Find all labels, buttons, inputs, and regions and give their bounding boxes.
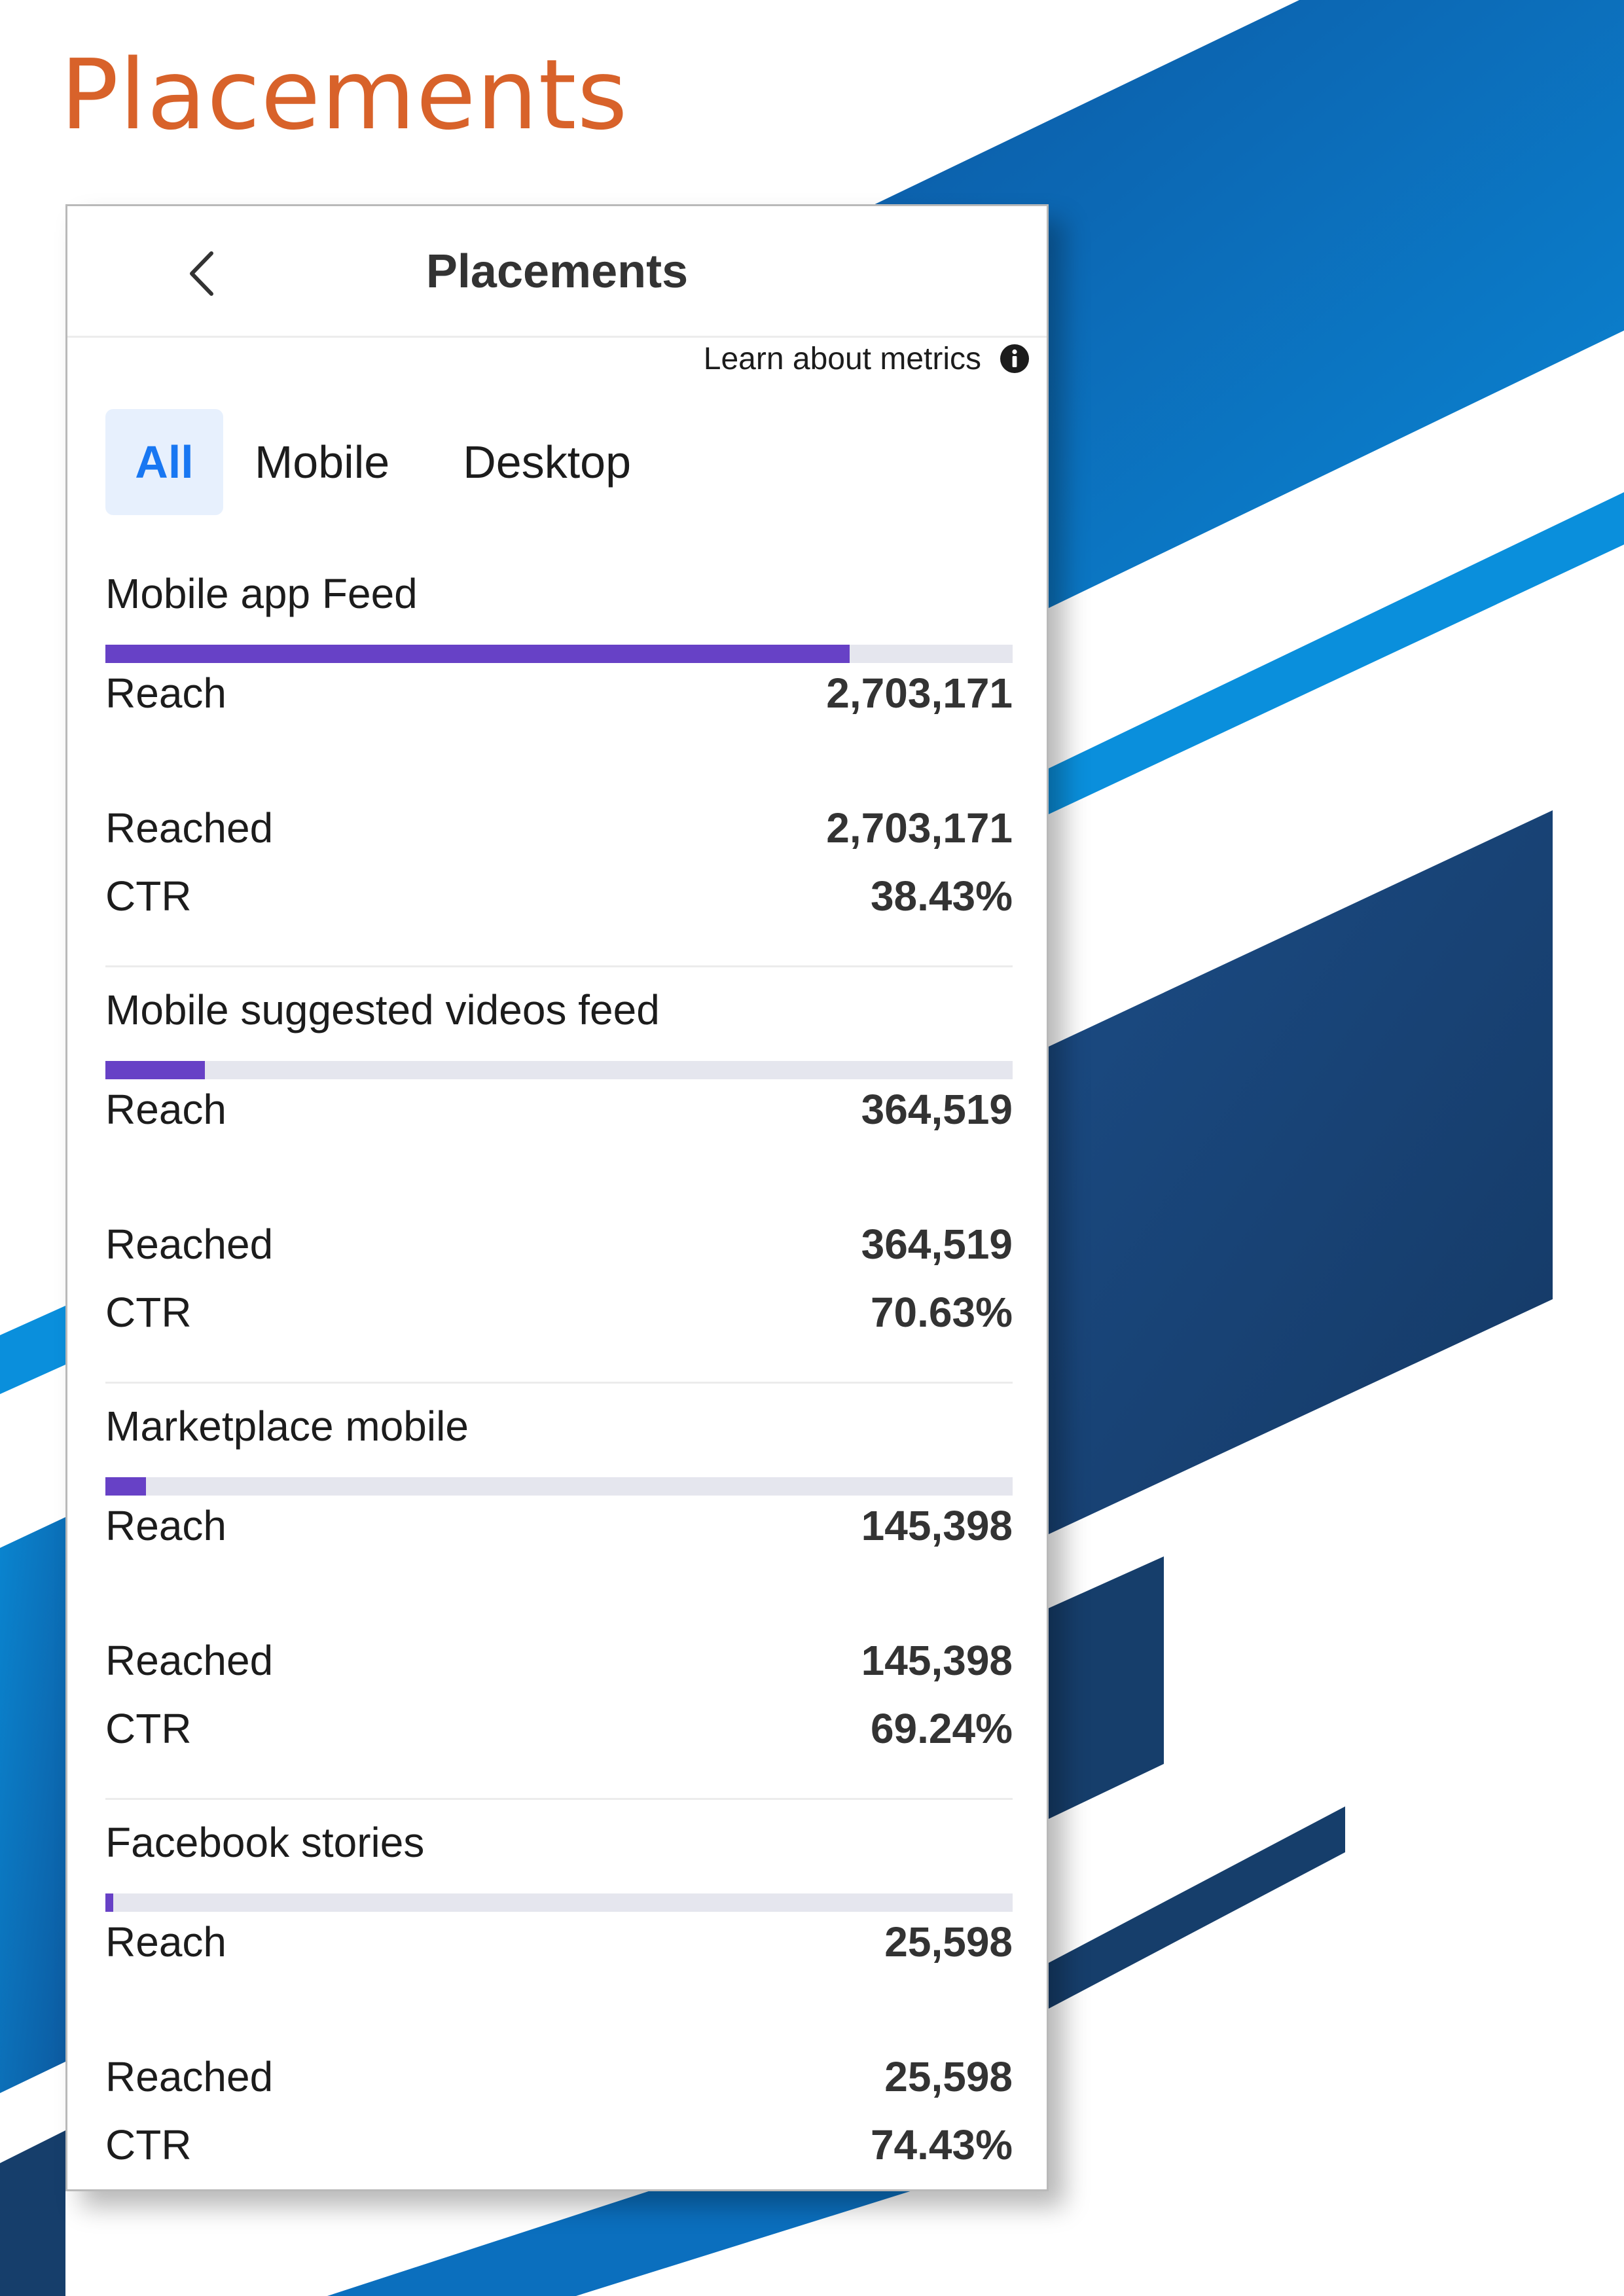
ctr-label: CTR: [105, 872, 192, 920]
reach-row: Reach 25,598: [105, 1914, 1013, 1969]
reached-row: Reached 2,703,171: [105, 800, 1013, 855]
reach-bar-track: [105, 1061, 1013, 1079]
ctr-value: 74.43%: [870, 2121, 1013, 2168]
reached-row: Reached 25,598: [105, 2049, 1013, 2104]
placement-name: Mobile suggested videos feed: [105, 986, 660, 1033]
ctr-label: CTR: [105, 1705, 192, 1752]
reach-bar-fill: [105, 1477, 147, 1496]
reach-bar-fill: [105, 645, 850, 663]
ctr-value: 69.24%: [870, 1705, 1013, 1752]
info-icon: [1000, 344, 1029, 373]
reach-bar-fill: [105, 1061, 206, 1079]
ctr-row: CTR 70.63%: [105, 1285, 1013, 1340]
reach-row: Reach 2,703,171: [105, 666, 1013, 721]
ctr-value: 38.43%: [870, 872, 1013, 920]
ctr-row: CTR 38.43%: [105, 869, 1013, 924]
placements-panel: Placements Learn about metrics All Mobil…: [65, 204, 1049, 2191]
section-divider: [105, 965, 1013, 967]
stripe-bottom-navy: [0, 2130, 65, 2296]
placement-name: Mobile app Feed: [105, 570, 418, 617]
learn-about-metrics-link[interactable]: Learn about metrics: [704, 334, 1030, 384]
reached-label: Reached: [105, 2053, 274, 2100]
learn-about-metrics-label: Learn about metrics: [703, 341, 981, 376]
placement-name: Marketplace mobile: [105, 1403, 469, 1450]
reached-value: 145,398: [861, 1637, 1013, 1684]
tab-bar: All Mobile Desktop: [105, 409, 631, 515]
tab-mobile[interactable]: Mobile: [255, 409, 389, 515]
placement-mobile-app-feed: Mobile app Feed Reach 2,703,171 Reached 2,…: [105, 566, 1013, 982]
reached-row: Reached 145,398: [105, 1633, 1013, 1688]
reach-bar-track: [105, 1477, 1013, 1496]
reach-label: Reach: [105, 1918, 226, 1965]
reach-value: 145,398: [861, 1502, 1013, 1549]
ctr-value: 70.63%: [870, 1289, 1013, 1336]
placement-facebook-stories: Facebook stories Reach 25,598 Reached 25,5…: [105, 1815, 1013, 2189]
placement-marketplace-mobile: Marketplace mobile Reach 145,398 Reached 1…: [105, 1399, 1013, 1815]
reach-label: Reach: [105, 1086, 226, 1133]
reach-value: 25,598: [884, 1918, 1013, 1965]
page-heading: Placements: [60, 39, 628, 151]
reached-value: 2,703,171: [826, 804, 1013, 852]
tab-desktop[interactable]: Desktop: [463, 409, 631, 515]
tab-all[interactable]: All: [105, 409, 223, 515]
reach-row: Reach 364,519: [105, 1082, 1013, 1137]
section-divider: [105, 1382, 1013, 1384]
reach-label: Reach: [105, 670, 226, 717]
reached-row: Reached 364,519: [105, 1217, 1013, 1272]
reached-value: 364,519: [861, 1221, 1013, 1268]
panel-header: Placements: [67, 206, 1047, 338]
section-divider: [105, 1798, 1013, 1800]
reach-value: 364,519: [861, 1086, 1013, 1133]
reach-label: Reach: [105, 1502, 226, 1549]
reach-bar-track: [105, 1893, 1013, 1912]
placement-name: Facebook stories: [105, 1819, 425, 1866]
reach-row: Reach 145,398: [105, 1498, 1013, 1553]
reach-value: 2,703,171: [826, 670, 1013, 717]
reached-label: Reached: [105, 1221, 274, 1268]
reach-bar-track: [105, 645, 1013, 663]
reach-bar-fill: [105, 1893, 114, 1912]
reached-label: Reached: [105, 1637, 274, 1684]
ctr-row: CTR 69.24%: [105, 1701, 1013, 1756]
ctr-row: CTR 74.43%: [105, 2117, 1013, 2172]
stripe-bottom-blue: [327, 2189, 916, 2296]
panel-title: Placements: [425, 245, 689, 298]
placement-mobile-suggested-videos-feed: Mobile suggested videos feed Reach 364,51…: [105, 982, 1013, 1399]
stripe-dark-navy: [1047, 810, 1553, 1535]
stripe-left-light: [0, 1306, 65, 1394]
ctr-label: CTR: [105, 2121, 192, 2168]
stripe-navy-small: [1047, 1556, 1164, 1820]
stripe-left-blue: [0, 1517, 65, 2093]
reached-value: 25,598: [884, 2053, 1013, 2100]
reached-label: Reached: [105, 804, 274, 852]
ctr-label: CTR: [105, 1289, 192, 1336]
stripe-navy-thin: [1047, 1806, 1345, 2009]
